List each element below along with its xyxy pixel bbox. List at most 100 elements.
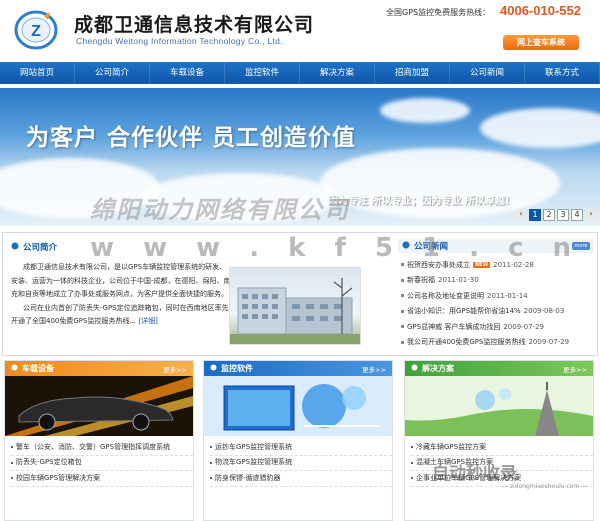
news-item-title[interactable]: 新春祝福 [407, 275, 435, 285]
banner-page-1[interactable]: 1 [529, 209, 541, 221]
bullet-icon [11, 477, 13, 480]
software-image [204, 376, 392, 436]
list-item[interactable]: 冷藏车辆GPS监控方案 [411, 440, 593, 456]
banner-slogan: 为客户 合作伙伴 员工创造价值 [26, 125, 357, 151]
banner-pager: ‹ 1 2 3 4 › [515, 209, 597, 221]
list-item[interactable]: 物流车GPS监控管理系统 [210, 456, 392, 471]
cloud-decoration [480, 108, 600, 148]
nav-item-software[interactable]: 监控软件 [225, 62, 300, 84]
panel-solutions: 解决方案 更多>> 冷藏车辆GPS监控方案 混凝土车辆GPS监控方案 企事业单位… [404, 360, 594, 521]
about-text: 成都卫通信息技术有限公司，是以GPS车辆监控管理系统的研发、安装、运营为一体的科… [11, 261, 233, 329]
bullet-icon [411, 446, 413, 449]
hotline-label: 全国GPS监控免费服务热线： [386, 8, 491, 17]
panel-header: 监控软件 更多>> [204, 361, 392, 376]
brand-watermark-url: — zidongmiaoshoulu.com — [502, 483, 588, 490]
nav-item-news[interactable]: 公司新闻 [450, 62, 525, 84]
nav-item-about[interactable]: 公司简介 [75, 62, 150, 84]
news-item[interactable]: 省油小知识：用GPS能帮你省油14% 2009-08-03 [401, 304, 597, 320]
panel-header: 解决方案 更多>> [405, 361, 593, 376]
nav-item-franchise[interactable]: 招商加盟 [375, 62, 450, 84]
news-item-title[interactable]: 公司名称及地址变更说明 [407, 291, 484, 301]
news-list: 祝贺西安办事处成立 NEW 2011-02-28 新春祝福 2011-01-30… [401, 257, 597, 350]
company-name-cn: 成都卫通信息技术有限公司 [74, 14, 315, 36]
bullet-icon [401, 325, 404, 329]
about-paragraph-2-text: 公司在业内首创了防丢失-GPS定位追踪箱包，同时在西南地区率先开通了全国400免… [11, 303, 229, 326]
panel-more-link[interactable]: 更多>> [563, 364, 587, 374]
online-check-vehicle-button[interactable]: 网上查车系统 [503, 35, 579, 50]
banner-page-3[interactable]: 3 [557, 209, 569, 221]
site-header: Z 成都卫通信息技术有限公司 Chengdu Weitong Informati… [0, 0, 600, 62]
prev-arrow-icon[interactable]: ‹ [515, 209, 527, 221]
nav-item-devices[interactable]: 车载设备 [150, 62, 225, 84]
bullet-icon [411, 461, 413, 464]
cloud-decoration [380, 98, 470, 123]
news-item-title[interactable]: GPS显神威 客户车辆成功找回 [407, 322, 500, 332]
list-item-label[interactable]: 校园车辆GPS管理解决方案 [16, 471, 100, 486]
news-item-date: 2011-01-14 [487, 291, 528, 300]
news-item-title[interactable]: 省油小知识：用GPS能帮你省油14% [407, 306, 521, 316]
bullet-icon [401, 278, 404, 282]
news-item-date: 2009-07-29 [503, 322, 545, 331]
news-item-title[interactable]: 我公司开通400免费GPS监控服务热线 [407, 337, 525, 347]
bullet-icon [401, 309, 404, 313]
panel-list: 警车（公安、消防、交警）GPS管理指挥调度系统 防丢失-GPS定位箱包 校园车辆… [11, 440, 193, 487]
panel-title: 车载设备 [22, 364, 54, 373]
bullet-icon [210, 364, 217, 373]
company-name-en: Chengdu Weitong Information Technology C… [76, 36, 283, 46]
news-item-date: 2011-01-30 [438, 276, 479, 285]
watermark-text: 绵阳动力网络有限公司 [90, 196, 350, 224]
news-item[interactable]: 新春祝福 2011-01-30 [401, 273, 597, 289]
list-item-label[interactable]: 警车（公安、消防、交警）GPS管理指挥调度系统 [16, 440, 170, 455]
next-arrow-icon[interactable]: › [585, 209, 597, 221]
company-building-image [229, 267, 361, 345]
banner-page-4[interactable]: 4 [571, 209, 583, 221]
list-item[interactable]: 防丢失-GPS定位箱包 [11, 456, 193, 471]
about-paragraph-2: 公司在业内首创了防丢失-GPS定位追踪箱包，同时在西南地区率先开通了全国400免… [11, 302, 233, 329]
news-item[interactable]: 我公司开通400免费GPS监控服务热线 2009-07-29 [401, 335, 597, 351]
bullet-icon [11, 242, 19, 252]
news-item[interactable]: GPS显神威 客户车辆成功找回 2009-07-29 [401, 319, 597, 335]
news-item-date: 2009-08-03 [523, 307, 565, 316]
bullet-icon [401, 340, 404, 344]
about-detail-link[interactable]: [详细] [138, 317, 157, 325]
list-item[interactable]: 警车（公安、消防、交警）GPS管理指挥调度系统 [11, 440, 193, 456]
bullet-icon [11, 461, 13, 464]
about-header: 公司简介 [11, 239, 57, 255]
nav-item-contact[interactable]: 联系方式 [525, 62, 600, 84]
list-item-label[interactable]: 防身保镖-循迹猎豹器 [215, 471, 281, 486]
list-item[interactable]: 运钞车GPS监控管理系统 [210, 440, 392, 456]
list-item[interactable]: 防身保镖-循迹猎豹器 [210, 471, 392, 487]
banner-subtitle: 因为专注 所以专业；因为专业 所以卓越！ [328, 196, 515, 207]
bullet-icon [210, 461, 212, 464]
nav-item-home[interactable]: 网站首页 [0, 62, 75, 84]
bullet-icon [401, 263, 404, 267]
watermark-url: w w w . k f 5 1 . c n [90, 233, 582, 263]
list-item-label[interactable]: 冷藏车辆GPS监控方案 [416, 440, 486, 455]
panel-title: 监控软件 [221, 364, 253, 373]
nav-item-solutions[interactable]: 解决方案 [300, 62, 375, 84]
panel-more-link[interactable]: 更多>> [163, 364, 187, 374]
brand-watermark: 自动秒收录 [432, 464, 517, 484]
bullet-icon [411, 477, 413, 480]
banner-page-2[interactable]: 2 [543, 209, 555, 221]
panel-title: 解决方案 [422, 364, 454, 373]
list-item-label[interactable]: 物流车GPS监控管理系统 [215, 456, 292, 471]
list-item-label[interactable]: 运钞车GPS监控管理系统 [215, 440, 292, 455]
panel-list: 运钞车GPS监控管理系统 物流车GPS监控管理系统 防身保镖-循迹猎豹器 [210, 440, 392, 487]
list-item-label[interactable]: 防丢失-GPS定位箱包 [16, 456, 82, 471]
bullet-icon [210, 477, 212, 480]
cloud-decoration [320, 148, 560, 218]
panel-devices: 车载设备 更多>> 警车（公安、消防、交警）GPS管理指挥调度系统 防丢失-GP… [4, 360, 194, 521]
panel-more-link[interactable]: 更多>> [362, 364, 386, 374]
hotline-number: 4006-010-552 [500, 3, 581, 18]
bullet-icon [411, 364, 418, 373]
about-paragraph-1: 成都卫通信息技术有限公司，是以GPS车辆监控管理系统的研发、安装、运营为一体的科… [11, 263, 231, 298]
car-image [5, 376, 193, 436]
bullet-icon [11, 364, 18, 373]
news-item[interactable]: 公司名称及地址变更说明 2011-01-14 [401, 288, 597, 304]
svg-text:Z: Z [31, 23, 41, 40]
bullet-icon [210, 446, 212, 449]
panel-software: 监控软件 更多>> 运钞车GPS监控管理系统 物流车GPS监控管理系统 防身保镖… [203, 360, 393, 521]
list-item[interactable]: 校园车辆GPS管理解决方案 [11, 471, 193, 487]
company-logo-icon[interactable]: Z [14, 8, 58, 52]
